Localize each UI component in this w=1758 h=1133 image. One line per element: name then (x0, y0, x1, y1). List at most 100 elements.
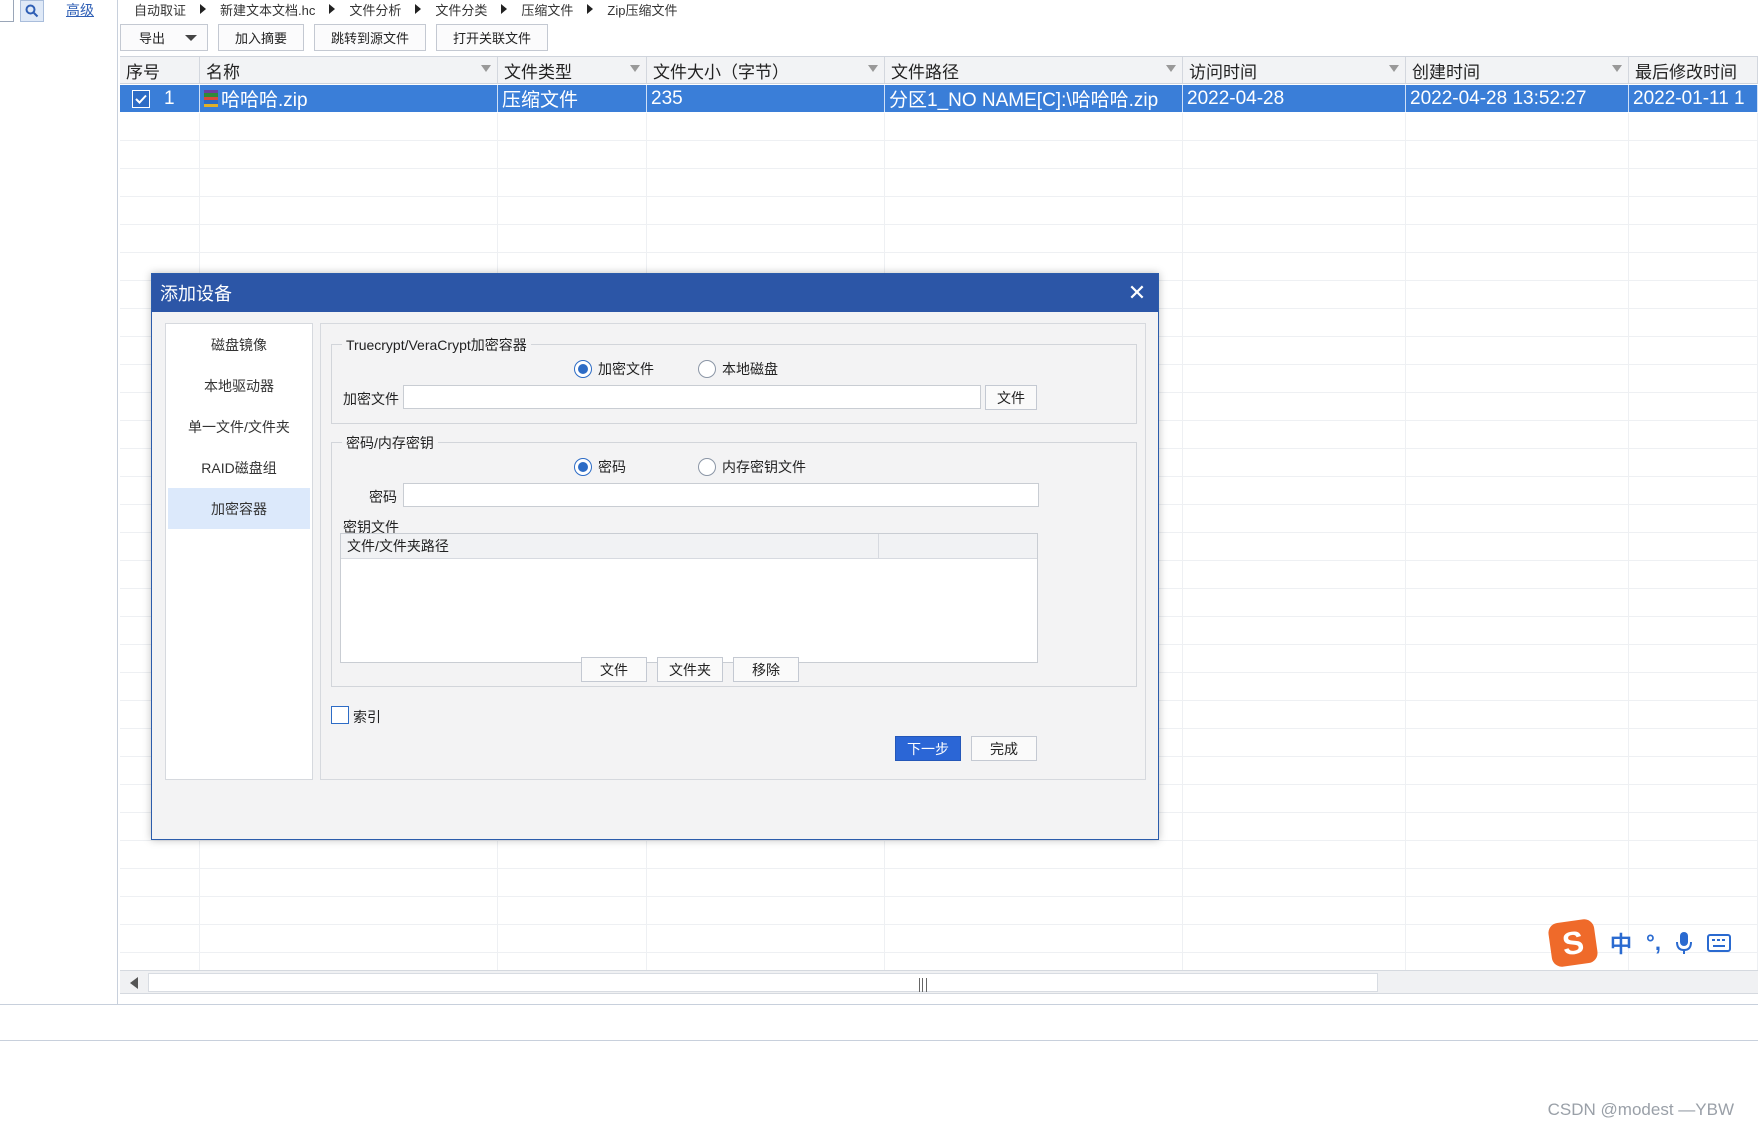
empty-cell (1629, 141, 1758, 168)
breadcrumb-item[interactable]: 文件分类 (435, 0, 487, 19)
empty-cell (1406, 589, 1629, 616)
jump-to-source-button[interactable]: 跳转到源文件 (314, 24, 427, 51)
nav-item-raid[interactable]: RAID磁盘组 (168, 447, 310, 488)
left-panel: 高级 (0, 0, 118, 1005)
empty-cell (1629, 813, 1758, 840)
browse-file-button[interactable]: 文件 (985, 385, 1037, 410)
empty-cell (120, 141, 200, 168)
nav-item-local-drive[interactable]: 本地驱动器 (168, 365, 310, 406)
empty-cell (120, 197, 200, 224)
horizontal-scrollbar[interactable] (120, 970, 1758, 994)
empty-cell (1183, 113, 1406, 140)
column-header-modified[interactable]: 最后修改时间 (1629, 57, 1758, 83)
ime-punctuation-toggle[interactable]: °, (1646, 930, 1661, 956)
nav-item-encrypted-container[interactable]: 加密容器 (168, 488, 310, 529)
left-search-input[interactable] (0, 0, 14, 22)
empty-cell (1406, 281, 1629, 308)
breadcrumb-item[interactable]: 文件分析 (349, 0, 401, 19)
chevron-right-icon (415, 4, 422, 14)
radio-password[interactable]: 密码 (574, 457, 626, 477)
breadcrumb-item[interactable]: Zip压缩文件 (607, 0, 677, 19)
divider (0, 1004, 1758, 1005)
empty-cell (1406, 449, 1629, 476)
empty-cell (647, 953, 885, 970)
empty-cell (1629, 729, 1758, 756)
column-header-accessed[interactable]: 访问时间 (1183, 57, 1406, 83)
breadcrumb-item[interactable]: 自动取证 (134, 0, 186, 19)
index-checkbox[interactable] (331, 706, 349, 724)
breadcrumb-item[interactable]: 新建文本文档.hc (220, 0, 315, 19)
empty-cell (1406, 701, 1629, 728)
column-header-path[interactable]: 文件路径 (885, 57, 1183, 83)
radio-encrypted-file[interactable]: 加密文件 (574, 359, 654, 379)
radio-button[interactable] (574, 360, 592, 378)
radio-memory-keyfile[interactable]: 内存密钥文件 (698, 457, 806, 477)
filter-icon[interactable] (630, 65, 640, 72)
filter-icon[interactable] (1612, 65, 1622, 72)
zip-file-icon (204, 89, 218, 108)
ime-toolbar: S 中 °, (1547, 918, 1758, 968)
filter-icon[interactable] (1166, 65, 1176, 72)
keyfile-table[interactable]: 文件/文件夹路径 (340, 533, 1038, 663)
nav-item-single-file-folder[interactable]: 单一文件/文件夹 (168, 406, 310, 447)
radio-button[interactable] (698, 360, 716, 378)
filter-icon[interactable] (868, 65, 878, 72)
encrypted-file-input[interactable] (403, 385, 981, 409)
empty-cell (1406, 365, 1629, 392)
empty-table-row (120, 169, 1758, 197)
column-header-path[interactable]: 文件/文件夹路径 (341, 534, 879, 558)
radio-button[interactable] (574, 458, 592, 476)
search-button[interactable] (20, 0, 44, 22)
add-keyfolder-button[interactable]: 文件夹 (657, 657, 723, 682)
finish-button[interactable]: 完成 (971, 736, 1037, 761)
ime-lang-toggle[interactable]: 中 (1610, 927, 1632, 959)
export-dropdown[interactable]: 导出 (120, 24, 208, 51)
empty-cell (200, 113, 498, 140)
empty-cell (498, 113, 647, 140)
empty-cell (120, 897, 200, 924)
column-header-type[interactable]: 文件类型 (498, 57, 647, 83)
empty-cell (200, 953, 498, 970)
filter-icon[interactable] (481, 65, 491, 72)
column-header-name[interactable]: 名称 (200, 57, 498, 83)
column-header-created[interactable]: 创建时间 (1406, 57, 1629, 83)
add-summary-button[interactable]: 加入摘要 (218, 24, 305, 51)
filter-icon[interactable] (1389, 65, 1399, 72)
column-header-size[interactable]: 文件大小（字节） (647, 57, 885, 83)
scroll-left-arrow-icon[interactable] (130, 977, 138, 989)
close-icon[interactable]: ✕ (1126, 282, 1148, 304)
encrypted-file-label: 加密文件 (343, 391, 399, 407)
column-header-index[interactable]: 序号 (120, 57, 200, 83)
empty-table-row (120, 197, 1758, 225)
radio-button[interactable] (698, 458, 716, 476)
empty-cell (1183, 197, 1406, 224)
empty-cell (1629, 337, 1758, 364)
scrollbar-thumb[interactable] (148, 973, 1378, 992)
next-button[interactable]: 下一步 (895, 736, 961, 761)
sogou-logo-icon[interactable]: S (1547, 918, 1599, 968)
empty-cell (498, 897, 647, 924)
radio-local-disk[interactable]: 本地磁盘 (698, 359, 778, 379)
empty-cell (200, 169, 498, 196)
keyboard-icon[interactable] (1706, 934, 1731, 952)
empty-cell (1406, 197, 1629, 224)
advanced-link[interactable]: 高级 (66, 0, 94, 20)
empty-cell (647, 141, 885, 168)
microphone-icon[interactable] (1675, 931, 1693, 955)
empty-cell (1406, 225, 1629, 252)
empty-cell (498, 169, 647, 196)
empty-table-row (120, 141, 1758, 169)
empty-cell (1629, 225, 1758, 252)
add-keyfile-button[interactable]: 文件 (581, 657, 647, 682)
empty-cell (1629, 785, 1758, 812)
empty-cell (1629, 421, 1758, 448)
open-related-file-button[interactable]: 打开关联文件 (436, 24, 549, 51)
nav-item-disk-image[interactable]: 磁盘镜像 (168, 324, 310, 365)
table-row[interactable]: 1 哈哈哈.zip 压缩文件 235 分区1_NO NAME[C]:\哈哈哈.z… (120, 85, 1758, 112)
breadcrumb-item[interactable]: 压缩文件 (521, 0, 573, 19)
remove-keyfile-button[interactable]: 移除 (733, 657, 799, 682)
row-checkbox[interactable] (132, 89, 150, 108)
password-input[interactable] (403, 483, 1039, 507)
empty-cell (1406, 757, 1629, 784)
empty-cell (200, 897, 498, 924)
